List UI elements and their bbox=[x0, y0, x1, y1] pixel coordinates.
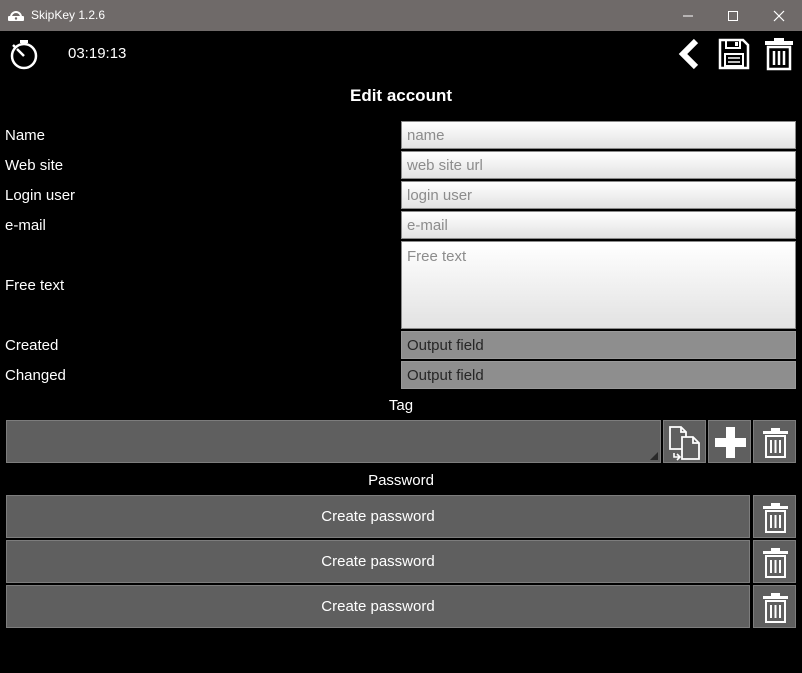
tag-select[interactable] bbox=[6, 420, 661, 463]
save-button[interactable] bbox=[716, 37, 752, 71]
delete-tag-button[interactable] bbox=[753, 420, 796, 463]
trash-icon bbox=[765, 38, 793, 71]
close-icon bbox=[773, 10, 785, 22]
created-label: Created bbox=[5, 337, 59, 354]
maximize-button[interactable] bbox=[710, 0, 756, 31]
password-label: Password bbox=[368, 472, 434, 489]
create-password-button[interactable]: Create password bbox=[6, 495, 750, 538]
session-timer: 03:19:13 bbox=[68, 45, 127, 62]
title-bar: SkipKey 1.2.6 bbox=[0, 0, 802, 31]
create-password-button[interactable]: Create password bbox=[6, 540, 750, 583]
website-label: Web site bbox=[5, 157, 64, 174]
website-input[interactable] bbox=[401, 151, 796, 179]
copy-tag-button[interactable] bbox=[663, 420, 706, 463]
save-icon bbox=[718, 38, 750, 70]
changed-label: Changed bbox=[5, 367, 66, 384]
maximize-icon bbox=[728, 11, 738, 21]
minimize-icon bbox=[683, 15, 693, 17]
name-input[interactable] bbox=[401, 121, 796, 149]
copy-icon bbox=[669, 426, 700, 461]
trash-icon bbox=[763, 428, 788, 458]
delete-password-button[interactable] bbox=[753, 585, 796, 628]
app-logo-icon bbox=[8, 11, 24, 21]
add-tag-button[interactable] bbox=[708, 420, 751, 463]
back-icon bbox=[678, 38, 699, 70]
close-button[interactable] bbox=[756, 0, 802, 31]
delete-button[interactable] bbox=[761, 37, 797, 71]
email-input[interactable] bbox=[401, 211, 796, 239]
email-label: e-mail bbox=[5, 217, 46, 234]
add-icon bbox=[715, 427, 746, 458]
login-input[interactable] bbox=[401, 181, 796, 209]
tag-label: Tag bbox=[388, 397, 414, 414]
freetext-label: Free text bbox=[5, 277, 65, 294]
created-output: Output field bbox=[401, 331, 796, 359]
stopwatch-icon[interactable] bbox=[7, 37, 41, 71]
create-password-button[interactable]: Create password bbox=[6, 585, 750, 628]
freetext-input[interactable] bbox=[401, 241, 796, 329]
minimize-button[interactable] bbox=[665, 0, 711, 31]
trash-icon bbox=[763, 548, 788, 578]
login-label: Login user bbox=[5, 187, 76, 204]
changed-output: Output field bbox=[401, 361, 796, 389]
page-title: Edit account bbox=[349, 86, 452, 105]
resize-grip-icon bbox=[650, 452, 658, 460]
window-title: SkipKey 1.2.6 bbox=[31, 8, 106, 22]
trash-icon bbox=[763, 593, 788, 623]
name-label: Name bbox=[5, 127, 46, 144]
trash-icon bbox=[763, 503, 788, 533]
back-button[interactable] bbox=[672, 37, 708, 71]
delete-password-button[interactable] bbox=[753, 540, 796, 583]
delete-password-button[interactable] bbox=[753, 495, 796, 538]
